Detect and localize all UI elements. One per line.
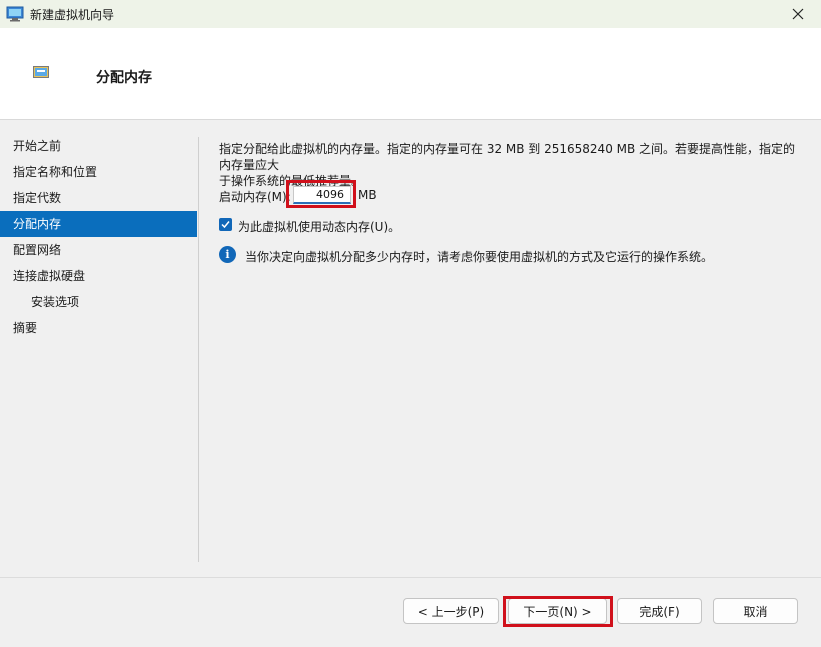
main-content: 指定分配给此虚拟机的内存量。指定的内存量可在 32 MB 到 251658240… xyxy=(219,141,799,264)
nav-item-network[interactable]: 配置网络 xyxy=(0,237,197,263)
startup-memory-unit: MB xyxy=(358,188,377,202)
previous-button[interactable]: < 上一步(P) xyxy=(403,598,499,624)
nav-item-label: 开始之前 xyxy=(13,139,62,153)
nav-item-install-options[interactable]: 安装选项 xyxy=(0,289,197,315)
finish-button[interactable]: 完成(F) xyxy=(617,598,702,624)
footer-divider xyxy=(0,577,821,578)
nav-item-virtual-disk[interactable]: 连接虚拟硬盘 xyxy=(0,263,197,289)
info-icon: i xyxy=(219,246,236,263)
title-bar: 新建虚拟机向导 xyxy=(0,0,821,28)
next-button[interactable]: 下一页(N) > xyxy=(508,598,607,624)
close-button[interactable] xyxy=(775,0,821,28)
dynamic-memory-checkbox[interactable] xyxy=(219,218,232,231)
window-title: 新建虚拟机向导 xyxy=(30,8,115,22)
startup-memory-input[interactable] xyxy=(293,186,351,204)
nav-item-name-location[interactable]: 指定名称和位置 xyxy=(0,159,197,185)
nav-item-before-you-begin[interactable]: 开始之前 xyxy=(0,133,197,159)
nav-item-label: 安装选项 xyxy=(31,295,80,309)
nav-item-generation[interactable]: 指定代数 xyxy=(0,185,197,211)
nav-item-label: 指定代数 xyxy=(13,191,62,205)
close-icon xyxy=(792,8,804,20)
description-line-1: 指定分配给此虚拟机的内存量。指定的内存量可在 32 MB 到 251658240… xyxy=(219,142,796,172)
cancel-button[interactable]: 取消 xyxy=(713,598,798,624)
nav-divider xyxy=(198,137,199,562)
wizard-header: 分配内存 xyxy=(0,28,821,120)
dynamic-memory-row: 为此虚拟机使用动态内存(U)。 xyxy=(219,217,519,235)
checkmark-icon xyxy=(221,221,230,229)
memory-chip-icon xyxy=(33,66,49,81)
info-note: i 当你决定向虚拟机分配多少内存时，请考虑你要使用虚拟机的方式及它运行的操作系统… xyxy=(219,246,799,264)
wizard-steps-nav: 开始之前 指定名称和位置 指定代数 分配内存 配置网络 连接虚拟硬盘 安装选项 … xyxy=(0,133,197,341)
dynamic-memory-label[interactable]: 为此虚拟机使用动态内存(U)。 xyxy=(238,218,400,235)
nav-item-assign-memory[interactable]: 分配内存 xyxy=(0,211,197,237)
page-title: 分配内存 xyxy=(96,70,152,86)
app-icon xyxy=(6,6,24,25)
nav-item-label: 摘要 xyxy=(13,321,38,335)
nav-item-label: 连接虚拟硬盘 xyxy=(13,269,86,283)
nav-item-label: 分配内存 xyxy=(13,217,62,231)
nav-item-label: 配置网络 xyxy=(13,243,62,257)
info-text: 当你决定向虚拟机分配多少内存时，请考虑你要使用虚拟机的方式及它运行的操作系统。 xyxy=(245,250,714,264)
startup-memory-label: 启动内存(M): xyxy=(219,190,291,204)
nav-item-label: 指定名称和位置 xyxy=(13,165,98,179)
memory-description: 指定分配给此虚拟机的内存量。指定的内存量可在 32 MB 到 251658240… xyxy=(219,141,799,189)
startup-memory-row: 启动内存(M): MB xyxy=(219,185,519,205)
nav-item-summary[interactable]: 摘要 xyxy=(0,315,197,341)
